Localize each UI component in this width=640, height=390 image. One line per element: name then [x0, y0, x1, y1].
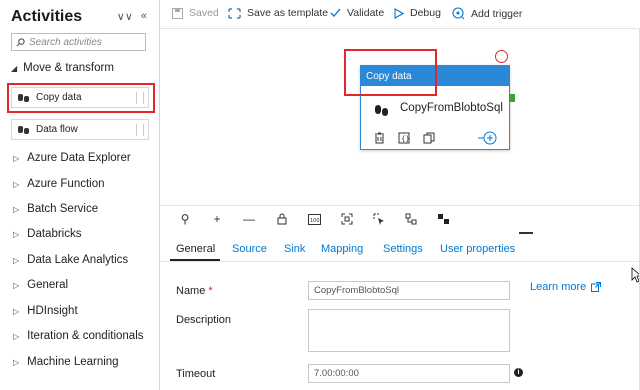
caret-right-icon: ▷ — [13, 255, 20, 265]
play-icon — [394, 7, 404, 19]
tab-user-properties[interactable]: User properties — [440, 243, 515, 255]
search-icon[interactable]: ⚲ — [178, 212, 192, 226]
checkmark-icon — [330, 8, 341, 17]
category-item[interactable]: ▷ Iteration & conditionals — [13, 330, 144, 342]
caret-right-icon: ▷ — [13, 357, 20, 367]
caret-right-icon: ▷ — [13, 179, 20, 189]
properties-tabs: General Source Sink Mapping Settings Use… — [160, 232, 640, 262]
learn-more-link[interactable]: Learn more — [530, 281, 602, 293]
description-label: Description — [176, 314, 232, 326]
highlight-circle — [495, 50, 508, 63]
search-placeholder: Search activities — [29, 36, 102, 48]
tab-settings[interactable]: Settings — [383, 243, 423, 255]
category-item[interactable]: ▷ Batch Service — [13, 203, 98, 215]
name-label: Name * — [176, 285, 213, 297]
tab-source[interactable]: Source — [232, 243, 267, 255]
caret-right-icon: ▷ — [13, 204, 20, 214]
collapse-all-icon[interactable]: ∨∨ — [117, 10, 133, 23]
copy-data-icon — [375, 105, 388, 116]
name-input[interactable]: CopyFromBlobtoSql — [308, 281, 510, 300]
highlight-box — [344, 49, 437, 96]
highlight-box — [7, 83, 155, 113]
validate-button[interactable]: Validate — [330, 7, 384, 19]
external-link-icon — [591, 282, 602, 292]
group-label: Move & transform — [23, 62, 114, 74]
clone-icon[interactable] — [423, 132, 435, 144]
caret-right-icon: ▷ — [13, 153, 20, 163]
caret-right-icon: ▷ — [13, 229, 20, 239]
debug-button[interactable]: Debug — [394, 7, 441, 19]
collapse-panel-icon[interactable]: « — [141, 10, 147, 23]
zoom-out-icon[interactable]: — — [242, 212, 256, 226]
required-marker: * — [208, 285, 213, 297]
fit-to-screen-icon[interactable] — [340, 212, 354, 226]
drag-handle-icon[interactable] — [136, 124, 144, 136]
timeout-input[interactable]: 7.00:00:00 — [308, 364, 510, 383]
data-flow-icon — [18, 125, 30, 135]
code-icon[interactable]: {} — [398, 132, 410, 144]
timeout-label: Timeout — [176, 368, 216, 380]
activity-data-flow[interactable]: Data flow — [11, 119, 149, 140]
category-item[interactable]: ▷ General — [13, 279, 68, 291]
add-output-icon[interactable] — [478, 131, 498, 145]
success-output-handle[interactable] — [509, 94, 515, 102]
auto-align-icon[interactable] — [404, 212, 418, 226]
description-input[interactable] — [308, 309, 510, 352]
svg-text:100: 100 — [310, 218, 320, 224]
select-icon[interactable] — [372, 212, 386, 226]
trigger-icon — [452, 7, 465, 20]
template-icon — [228, 7, 241, 19]
delete-icon[interactable] — [374, 132, 385, 144]
save-as-template-button[interactable]: Save as template — [228, 7, 328, 19]
add-trigger-button[interactable]: Add trigger — [452, 7, 522, 20]
caret-right-icon: ▷ — [13, 331, 20, 341]
zoom-100-icon[interactable]: 100 — [307, 212, 321, 226]
lock-icon[interactable] — [275, 212, 289, 226]
caret-down-icon: ◢ — [11, 63, 18, 73]
category-item[interactable]: ▷ Machine Learning — [13, 356, 119, 368]
svg-text:{}: {} — [401, 135, 410, 143]
tab-general[interactable]: General — [176, 243, 215, 255]
tab-mapping[interactable]: Mapping — [321, 243, 363, 255]
category-item[interactable]: ▷ Databricks — [13, 228, 81, 240]
category-item[interactable]: ▷ Data Lake Analytics — [13, 254, 128, 266]
pipeline-toolbar: Saved Save as template Validate Debug Ad… — [160, 0, 640, 28]
category-item[interactable]: ▷ Azure Data Explorer — [13, 152, 131, 164]
dependency-icon[interactable] — [436, 212, 450, 226]
activity-label: Data flow — [36, 124, 78, 135]
category-item[interactable]: ▷ HDInsight — [13, 305, 78, 317]
saved-button[interactable]: Saved — [172, 7, 219, 19]
category-item[interactable]: ▷ Azure Function — [13, 178, 105, 190]
save-icon — [172, 7, 183, 19]
search-icon — [16, 37, 25, 46]
search-activities-input[interactable]: Search activities — [11, 33, 146, 51]
group-move-transform[interactable]: ◢ Move & transform — [11, 62, 114, 74]
zoom-in-icon[interactable]: + — [210, 212, 224, 226]
active-tab-indicator — [170, 259, 220, 261]
node-name: CopyFromBlobtoSql — [400, 102, 503, 114]
caret-right-icon: ▷ — [13, 280, 20, 290]
caret-right-icon: ▷ — [13, 306, 20, 316]
info-icon[interactable]: i — [514, 368, 523, 377]
activities-title: Activities — [11, 8, 83, 25]
tab-sink[interactable]: Sink — [284, 243, 305, 255]
canvas-toolbar: ⚲ + — 100 — [160, 205, 640, 231]
